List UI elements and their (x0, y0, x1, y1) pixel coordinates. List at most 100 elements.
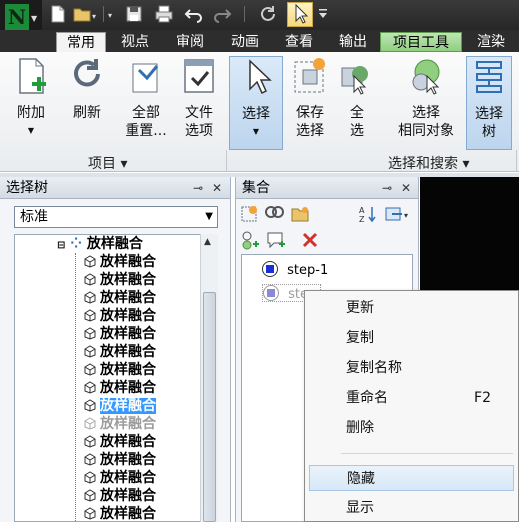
import-export-icon[interactable]: ▾ (384, 204, 412, 224)
select-all-icon (341, 66, 368, 95)
menu-item-copy[interactable]: 复制 (305, 325, 518, 351)
tree-item[interactable]: 放样融合 (83, 469, 156, 487)
tree-item[interactable]: 放样融合 (83, 415, 156, 433)
tree-item[interactable]: 放样融合 (83, 379, 156, 397)
scroll-up-icon[interactable]: ▲ (204, 237, 211, 247)
tree-item[interactable]: 放样融合 (83, 343, 156, 361)
selection-set-icon (263, 285, 279, 301)
geometry-icon (84, 489, 96, 502)
redo-icon[interactable] (212, 4, 232, 24)
tree-root-node[interactable]: ⊟ ⁘ 放样融合 (57, 235, 143, 253)
tab-output[interactable]: 输出 (328, 32, 378, 52)
menu-item-update[interactable]: 更新 (305, 295, 518, 321)
file-options-label-1: 文件 (185, 105, 213, 121)
context-menu: 更新 复制 复制名称 重命名 F2 删除 隐藏 显示 (304, 290, 519, 522)
print-icon[interactable] (154, 4, 174, 24)
tree-item[interactable]: 放样融合 (83, 307, 156, 325)
select-tool-button[interactable] (287, 2, 313, 27)
tab-project-tools[interactable]: 项目工具 (380, 32, 462, 52)
add-comment-icon[interactable] (266, 230, 286, 250)
geometry-icon (84, 327, 96, 340)
delete-icon[interactable] (300, 230, 320, 250)
close-icon[interactable]: ✕ (401, 177, 411, 199)
tab-home[interactable]: 常用 (56, 32, 106, 52)
select-all-button[interactable]: 全 选 (338, 56, 376, 150)
geometry-icon (84, 471, 96, 484)
file-options-icon (184, 59, 214, 93)
tree-item[interactable]: 放样融合 (83, 253, 156, 271)
menu-item-rename[interactable]: 重命名 F2 (305, 385, 518, 411)
geometry-icon (84, 435, 96, 448)
tab-render[interactable]: 渲染 (466, 32, 516, 52)
menu-item-copy-name[interactable]: 复制名称 (305, 355, 518, 381)
select-same-icon (412, 59, 440, 95)
tree-item[interactable]: 放样融合 (83, 487, 156, 505)
tree-item[interactable]: 放样融合 (83, 451, 156, 469)
sort-icon[interactable]: AZ (358, 204, 378, 224)
group-select-search-title[interactable]: 选择和搜索 ▾ (388, 153, 469, 172)
close-icon[interactable]: ✕ (212, 177, 222, 199)
pin-icon[interactable]: ⊸ (193, 177, 203, 199)
open-folder-icon[interactable]: ▾ (72, 4, 98, 24)
select-button[interactable]: 选择 ▼ (229, 56, 283, 150)
save-selection-icon[interactable] (240, 204, 260, 224)
tree-scrollbar[interactable]: ▲ (200, 234, 218, 522)
pin-icon[interactable]: ⊸ (382, 177, 392, 199)
file-options-button[interactable]: 文件 选项 (176, 56, 222, 150)
selection-tree-label-2: 树 (482, 124, 496, 140)
menu-item-show[interactable]: 显示 (305, 495, 518, 521)
select-label: 选择 (242, 106, 270, 122)
expand-icon[interactable]: ⊟ (57, 240, 65, 251)
add-to-set-icon[interactable] (240, 230, 260, 250)
selection-tree-button[interactable]: 选择 树 (466, 56, 512, 150)
customize-toolbar-icon[interactable] (316, 4, 330, 24)
save-selection-button[interactable]: 保存 选择 (287, 56, 333, 150)
append-label: 附加 (17, 105, 45, 121)
append-button[interactable]: 附加 ▼ (6, 56, 56, 150)
file-options-label-2: 选项 (185, 123, 213, 139)
set-item[interactable]: step-1 (262, 261, 328, 279)
save-search-icon[interactable] (264, 204, 284, 224)
group-project-title[interactable]: 项目 ▾ (88, 153, 127, 172)
dropdown-arrow-icon[interactable]: ▾ (107, 4, 117, 24)
group-divider (516, 150, 517, 172)
reset-all-label-1: 全部 (132, 105, 160, 121)
tree-item[interactable]: 放样融合 (83, 505, 156, 521)
select-same-label-1: 选择 (412, 105, 440, 121)
tree-item[interactable]: 放样融合 (83, 361, 156, 379)
undo-icon[interactable] (184, 4, 204, 24)
menu-item-hide[interactable]: 隐藏 (309, 465, 514, 491)
save-icon[interactable] (124, 4, 144, 24)
new-file-icon[interactable] (48, 4, 68, 24)
new-folder-icon[interactable] (290, 204, 310, 224)
tab-animation[interactable]: 动画 (220, 32, 270, 52)
refresh-label: 刷新 (73, 105, 101, 121)
selection-tree-icon (476, 61, 502, 93)
selection-tree[interactable]: ⊟ ⁘ 放样融合 放样融合 放样融合 放样融合 放样融合 放样融合 放样融合 放样融合 放样融… (14, 234, 218, 522)
geometry-icon (84, 291, 96, 304)
geometry-icon (84, 381, 96, 394)
refresh-icon[interactable] (258, 4, 278, 24)
geometry-icon (84, 255, 96, 268)
scroll-thumb[interactable] (203, 292, 216, 522)
svg-text:A: A (359, 206, 365, 215)
tab-viewpoint[interactable]: 视点 (110, 32, 160, 52)
tree-item[interactable]: 放样融合 (83, 433, 156, 451)
tree-item[interactable]: 放样融合 (83, 325, 156, 343)
select-same-button[interactable]: 选择 相同对象 (390, 56, 462, 150)
refresh-button[interactable]: 刷新 (62, 56, 112, 150)
select-all-label-2: 选 (350, 123, 364, 139)
save-selection-icon (294, 58, 325, 93)
quick-access-toolbar: N ▼ ▾ ▾ (0, 0, 519, 36)
tab-view[interactable]: 查看 (274, 32, 324, 52)
reset-all-icon (132, 63, 159, 93)
tree-item[interactable]: 放样融合 (83, 271, 156, 289)
reset-all-button[interactable]: 全部 重置... (118, 56, 174, 150)
cursor-arrow-icon (249, 59, 272, 95)
tree-item[interactable]: 放样融合 (83, 397, 156, 415)
menu-item-delete[interactable]: 删除 (305, 415, 518, 441)
tree-mode-select[interactable]: 标准 ▼ (14, 206, 218, 228)
svg-text:▾: ▾ (92, 12, 96, 21)
tree-item[interactable]: 放样融合 (83, 289, 156, 307)
tab-review[interactable]: 审阅 (164, 32, 216, 52)
